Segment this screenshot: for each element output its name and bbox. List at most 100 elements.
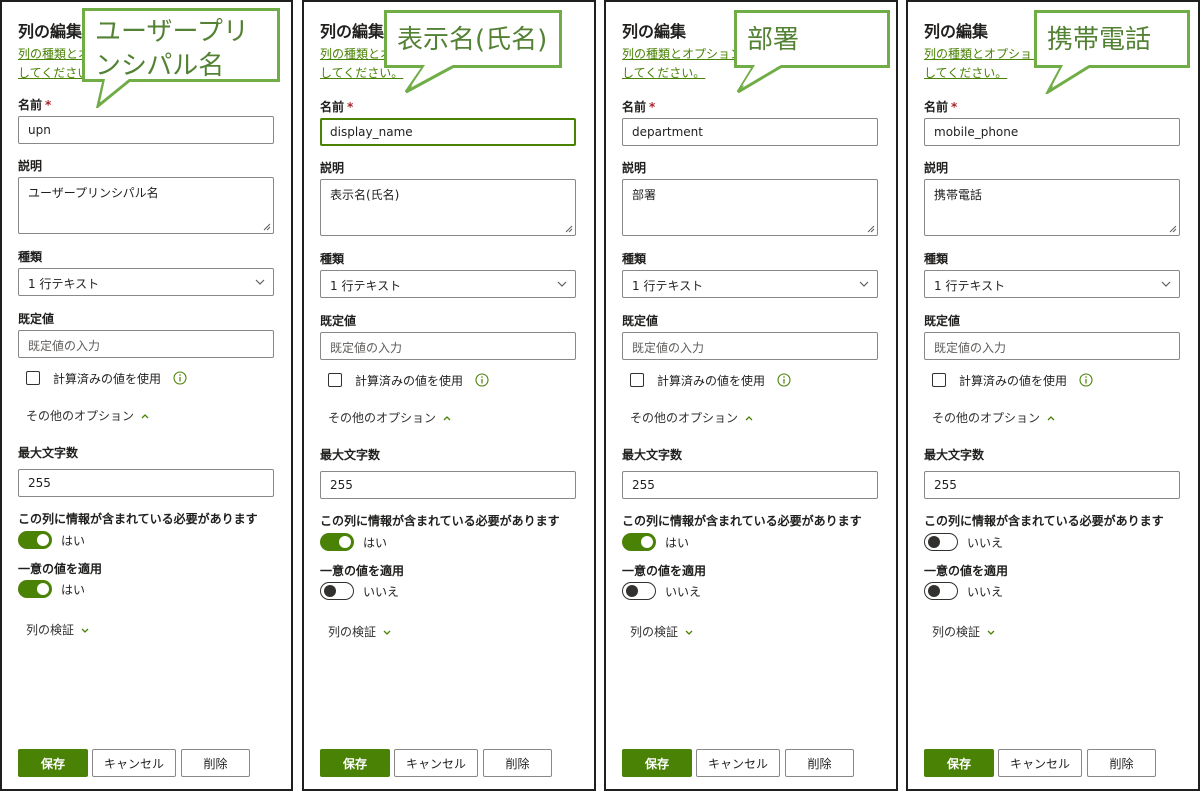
name-input[interactable]: upn: [18, 116, 274, 144]
more-options-toggle[interactable]: その他のオプション: [328, 409, 452, 426]
info-icon[interactable]: [475, 373, 489, 387]
resize-grip-icon[interactable]: [565, 225, 573, 233]
max-chars-label: 最大文字数: [320, 448, 381, 462]
type-dropdown[interactable]: 1 行テキスト: [18, 268, 274, 296]
unique-toggle-state: いいえ: [363, 584, 400, 599]
max-chars-input[interactable]: 255: [924, 471, 1180, 499]
description-textarea[interactable]: 部署: [622, 179, 878, 236]
column-validation-toggle[interactable]: 列の検証: [932, 623, 996, 640]
unique-toggle-row: いいえ: [924, 582, 1003, 600]
default-value-input[interactable]: 既定値の入力: [924, 332, 1180, 360]
delete-button[interactable]: 削除: [181, 749, 250, 777]
resize-grip-icon[interactable]: [867, 225, 875, 233]
type-label: 種類: [622, 252, 647, 266]
required-toggle-state: いいえ: [967, 535, 1004, 550]
save-button[interactable]: 保存: [924, 749, 994, 777]
default-value-input[interactable]: 既定値の入力: [622, 332, 878, 360]
info-icon[interactable]: [777, 373, 791, 387]
required-label: この列に情報が含まれている必要があります: [622, 514, 862, 528]
name-input[interactable]: department: [622, 118, 878, 146]
unique-label: 一意の値を適用: [320, 564, 405, 578]
panel-title: 列の編集: [320, 22, 385, 41]
column-validation-toggle[interactable]: 列の検証: [328, 623, 392, 640]
required-label: この列に情報が含まれている必要があります: [924, 514, 1164, 528]
required-toggle[interactable]: [622, 533, 656, 551]
resize-grip-icon[interactable]: [1169, 225, 1177, 233]
required-toggle[interactable]: [320, 533, 354, 551]
chevron-up-icon: [443, 415, 451, 420]
required-toggle-state: はい: [665, 535, 690, 550]
required-label: この列に情報が含まれている必要があります: [18, 512, 258, 526]
chevron-up-icon: [1047, 415, 1055, 420]
info-icon[interactable]: [1079, 373, 1093, 387]
description-label: 説明: [622, 161, 647, 175]
delete-button[interactable]: 削除: [483, 749, 552, 777]
type-label: 種類: [320, 252, 345, 266]
edit-column-panel-display-name: 列の編集 列の種類とオプションを選択してください。 名前* display_na…: [302, 0, 596, 791]
calculated-value-checkbox[interactable]: [328, 373, 342, 387]
name-input[interactable]: display_name: [320, 118, 576, 146]
required-toggle-state: はい: [363, 535, 388, 550]
panel-footer: 保存 キャンセル 削除: [320, 749, 552, 777]
required-toggle-state: はい: [61, 533, 86, 548]
delete-button[interactable]: 削除: [1087, 749, 1156, 777]
panel-footer: 保存 キャンセル 削除: [924, 749, 1156, 777]
more-options-toggle[interactable]: その他のオプション: [932, 409, 1056, 426]
description-textarea[interactable]: ユーザープリンシパル名: [18, 177, 274, 234]
column-validation-toggle[interactable]: 列の検証: [630, 623, 694, 640]
description-textarea[interactable]: 携帯電話: [924, 179, 1180, 236]
panel-footer: 保存 キャンセル 削除: [18, 749, 250, 777]
save-button[interactable]: 保存: [622, 749, 692, 777]
calculated-value-checkbox[interactable]: [26, 371, 40, 385]
max-chars-input[interactable]: 255: [622, 471, 878, 499]
required-label: この列に情報が含まれている必要があります: [320, 514, 560, 528]
unique-toggle-state: いいえ: [665, 584, 702, 599]
type-dropdown[interactable]: 1 行テキスト: [924, 270, 1180, 298]
calculated-value-checkbox[interactable]: [932, 373, 946, 387]
cancel-button[interactable]: キャンセル: [998, 749, 1082, 777]
more-options-toggle[interactable]: その他のオプション: [26, 407, 150, 424]
calculated-value-row: 計算済みの値を使用: [932, 370, 1093, 390]
cancel-button[interactable]: キャンセル: [394, 749, 478, 777]
name-label: 名前 *: [320, 100, 354, 114]
required-toggle[interactable]: [18, 531, 52, 549]
unique-toggle[interactable]: [18, 580, 52, 598]
edit-column-panel-mobile-phone: 列の編集 列の種類とオプションを選択 してください。 名前 * mobile_pho…: [906, 0, 1200, 791]
required-toggle-row: はい: [622, 533, 689, 551]
unique-toggle[interactable]: [924, 582, 958, 600]
max-chars-input[interactable]: 255: [320, 471, 576, 499]
chevron-down-icon: [987, 630, 995, 635]
calculated-value-row: 計算済みの値を使用: [26, 368, 187, 388]
cancel-button[interactable]: キャンセル: [92, 749, 176, 777]
name-input[interactable]: mobile_phone: [924, 118, 1180, 146]
required-toggle[interactable]: [924, 533, 958, 551]
column-validation-toggle[interactable]: 列の検証: [26, 621, 90, 638]
calculated-value-label: 計算済みの値を使用: [959, 373, 1068, 388]
save-button[interactable]: 保存: [320, 749, 390, 777]
chevron-down-icon: [255, 279, 265, 285]
default-value-label: 既定値: [18, 312, 55, 326]
type-dropdown[interactable]: 1 行テキスト: [622, 270, 878, 298]
chevron-down-icon: [81, 628, 89, 633]
panel-footer: 保存 キャンセル 削除: [622, 749, 854, 777]
calculated-value-checkbox[interactable]: [630, 373, 644, 387]
info-icon[interactable]: [173, 371, 187, 385]
name-label: 名前 *: [622, 100, 656, 114]
save-button[interactable]: 保存: [18, 749, 88, 777]
max-chars-input[interactable]: 255: [18, 469, 274, 497]
type-dropdown[interactable]: 1 行テキスト: [320, 270, 576, 298]
chevron-down-icon: [859, 281, 869, 287]
chevron-down-icon: [557, 281, 567, 287]
unique-toggle[interactable]: [622, 582, 656, 600]
unique-toggle[interactable]: [320, 582, 354, 600]
resize-grip-icon[interactable]: [263, 223, 271, 231]
more-options-toggle[interactable]: その他のオプション: [630, 409, 754, 426]
description-label: 説明: [924, 161, 949, 175]
cancel-button[interactable]: キャンセル: [696, 749, 780, 777]
unique-toggle-row: はい: [18, 580, 85, 598]
calculated-value-label: 計算済みの値を使用: [53, 371, 162, 386]
delete-button[interactable]: 削除: [785, 749, 854, 777]
default-value-input[interactable]: 既定値の入力: [320, 332, 576, 360]
description-textarea[interactable]: 表示名(氏名): [320, 179, 576, 236]
default-value-input[interactable]: 既定値の入力: [18, 330, 274, 358]
